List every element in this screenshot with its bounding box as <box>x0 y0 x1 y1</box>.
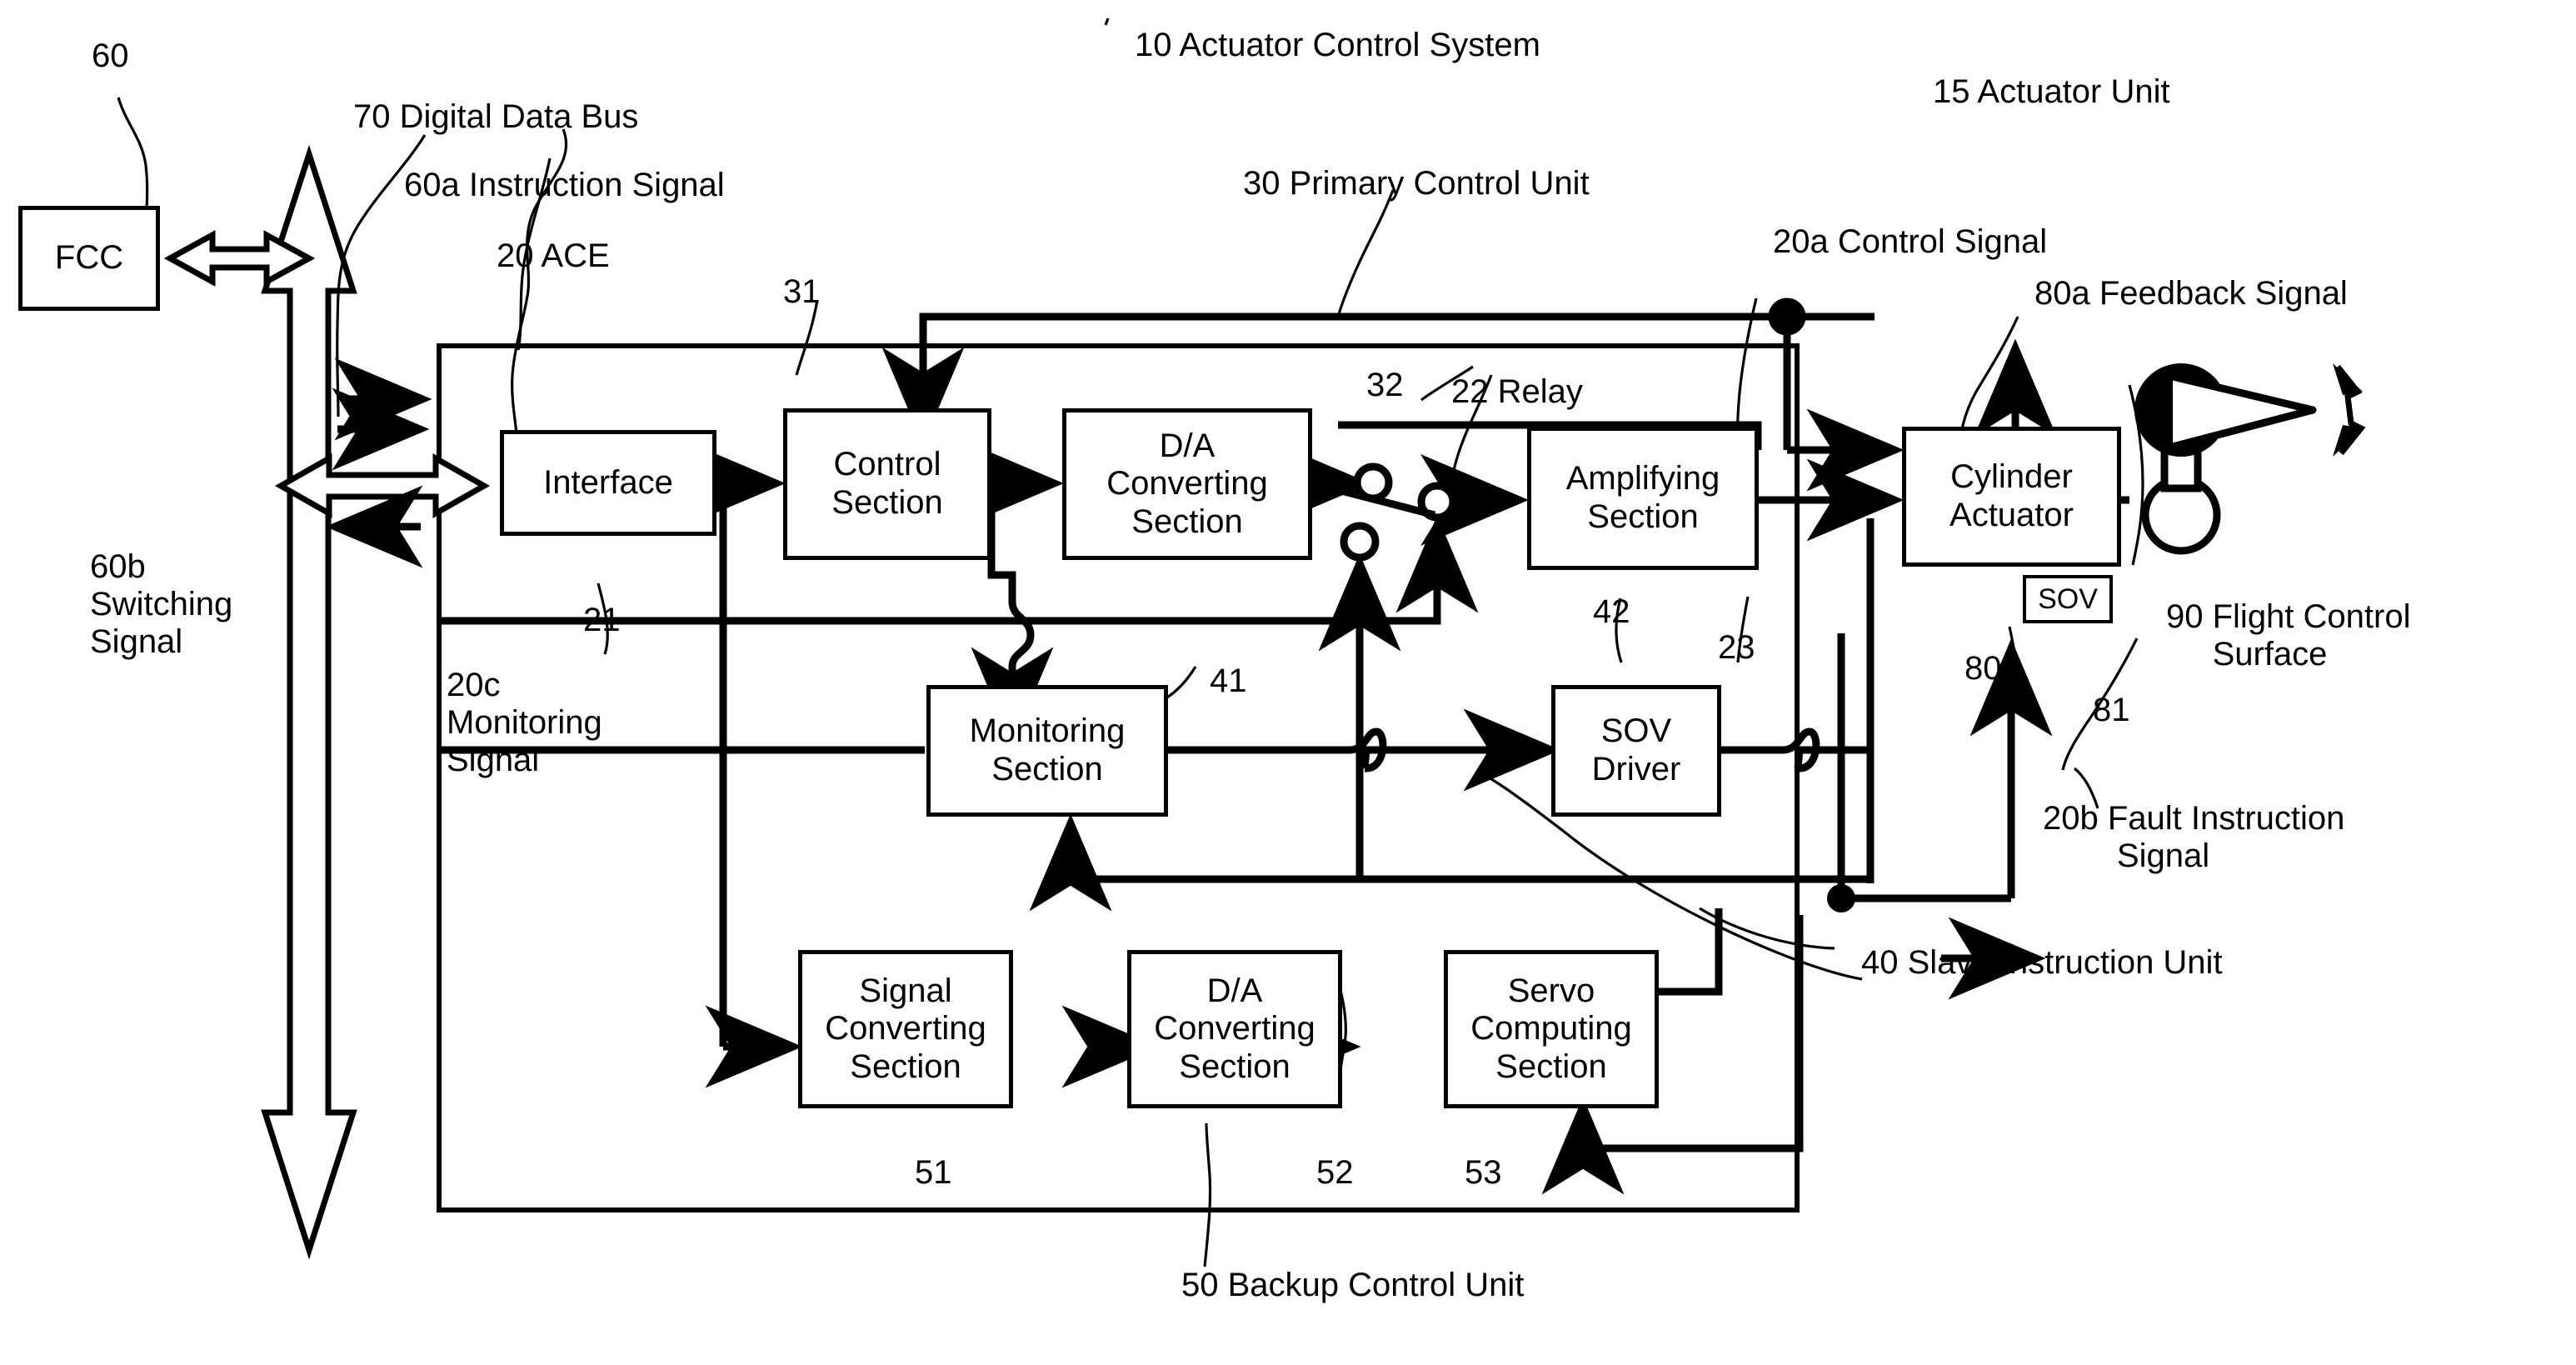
callout-60: 60 <box>92 38 129 74</box>
diagram-vector-layer <box>117 18 2366 1268</box>
callout-60b-switching-signal: 60b Switching Signal <box>90 548 233 660</box>
block-sov-driver[interactable]: SOV Driver <box>1551 685 1721 817</box>
block-signal-converting-section[interactable]: Signal Converting Section <box>798 950 1013 1108</box>
callout-53: 53 <box>1465 1154 1502 1191</box>
block-servo-computing-section[interactable]: Servo Computing Section <box>1444 950 1659 1108</box>
block-amplifying-section[interactable]: Amplifying Section <box>1527 427 1759 570</box>
block-sov[interactable]: SOV <box>2023 575 2113 623</box>
callout-20-ace: 20 ACE <box>497 238 610 274</box>
callout-15-actuator-unit: 15 Actuator Unit <box>1933 73 2170 110</box>
callout-20c-monitoring-signal: 20c Monitoring Signal <box>447 667 602 778</box>
callout-52: 52 <box>1316 1154 1354 1191</box>
callout-31: 31 <box>783 273 821 310</box>
callout-23: 23 <box>1718 629 1755 666</box>
block-da-converting-backup[interactable]: D/A Converting Section <box>1127 950 1342 1108</box>
callout-60a-instruction-signal: 60a Instruction Signal <box>404 167 725 203</box>
block-da-converting-primary[interactable]: D/A Converting Section <box>1062 408 1312 560</box>
block-interface[interactable]: Interface <box>500 430 716 536</box>
callout-42: 42 <box>1593 593 1630 630</box>
callout-81: 81 <box>2093 692 2130 728</box>
callout-30-primary-control-unit: 30 Primary Control Unit <box>1243 165 1590 202</box>
block-monitoring-section[interactable]: Monitoring Section <box>926 685 1168 817</box>
patent-figure: FCC Interface Control Section D/A Conver… <box>0 0 2576 1365</box>
block-fcc[interactable]: FCC <box>18 206 160 311</box>
callout-50-backup-control-unit: 50 Backup Control Unit <box>1181 1267 1525 1303</box>
callout-10-actuator-control-system: 10 Actuator Control System <box>1135 27 1540 63</box>
callout-40-slave-instruction-unit: 40 Slave Instruction Unit <box>1861 944 2223 981</box>
callout-51: 51 <box>915 1154 952 1191</box>
block-control-section[interactable]: Control Section <box>783 408 991 560</box>
callout-80: 80 <box>1964 650 2002 687</box>
callout-20a-control-signal: 20a Control Signal <box>1773 223 2048 260</box>
callout-70-digital-data-bus: 70 Digital Data Bus <box>353 98 639 135</box>
callout-20b-fault-instruction-signal: 20b Fault Instruction Signal <box>2043 800 2345 874</box>
callout-21: 21 <box>583 602 621 638</box>
callout-22-relay: 22 Relay <box>1451 373 1583 410</box>
block-cylinder-actuator[interactable]: Cylinder Actuator <box>1902 427 2121 567</box>
callout-41: 41 <box>1210 662 1247 699</box>
callout-90-flight-control-surface: 90 Flight Control Surface <box>2166 598 2411 672</box>
monitoring-signal-return <box>1029 813 1870 912</box>
callout-80a-feedback-signal: 80a Feedback Signal <box>2034 275 2348 312</box>
instruction-signal-arrows <box>325 358 432 568</box>
callout-32: 32 <box>1366 367 1404 403</box>
ace-bus-double-arrow <box>274 452 491 519</box>
digital-data-bus-arrow <box>261 144 357 1260</box>
